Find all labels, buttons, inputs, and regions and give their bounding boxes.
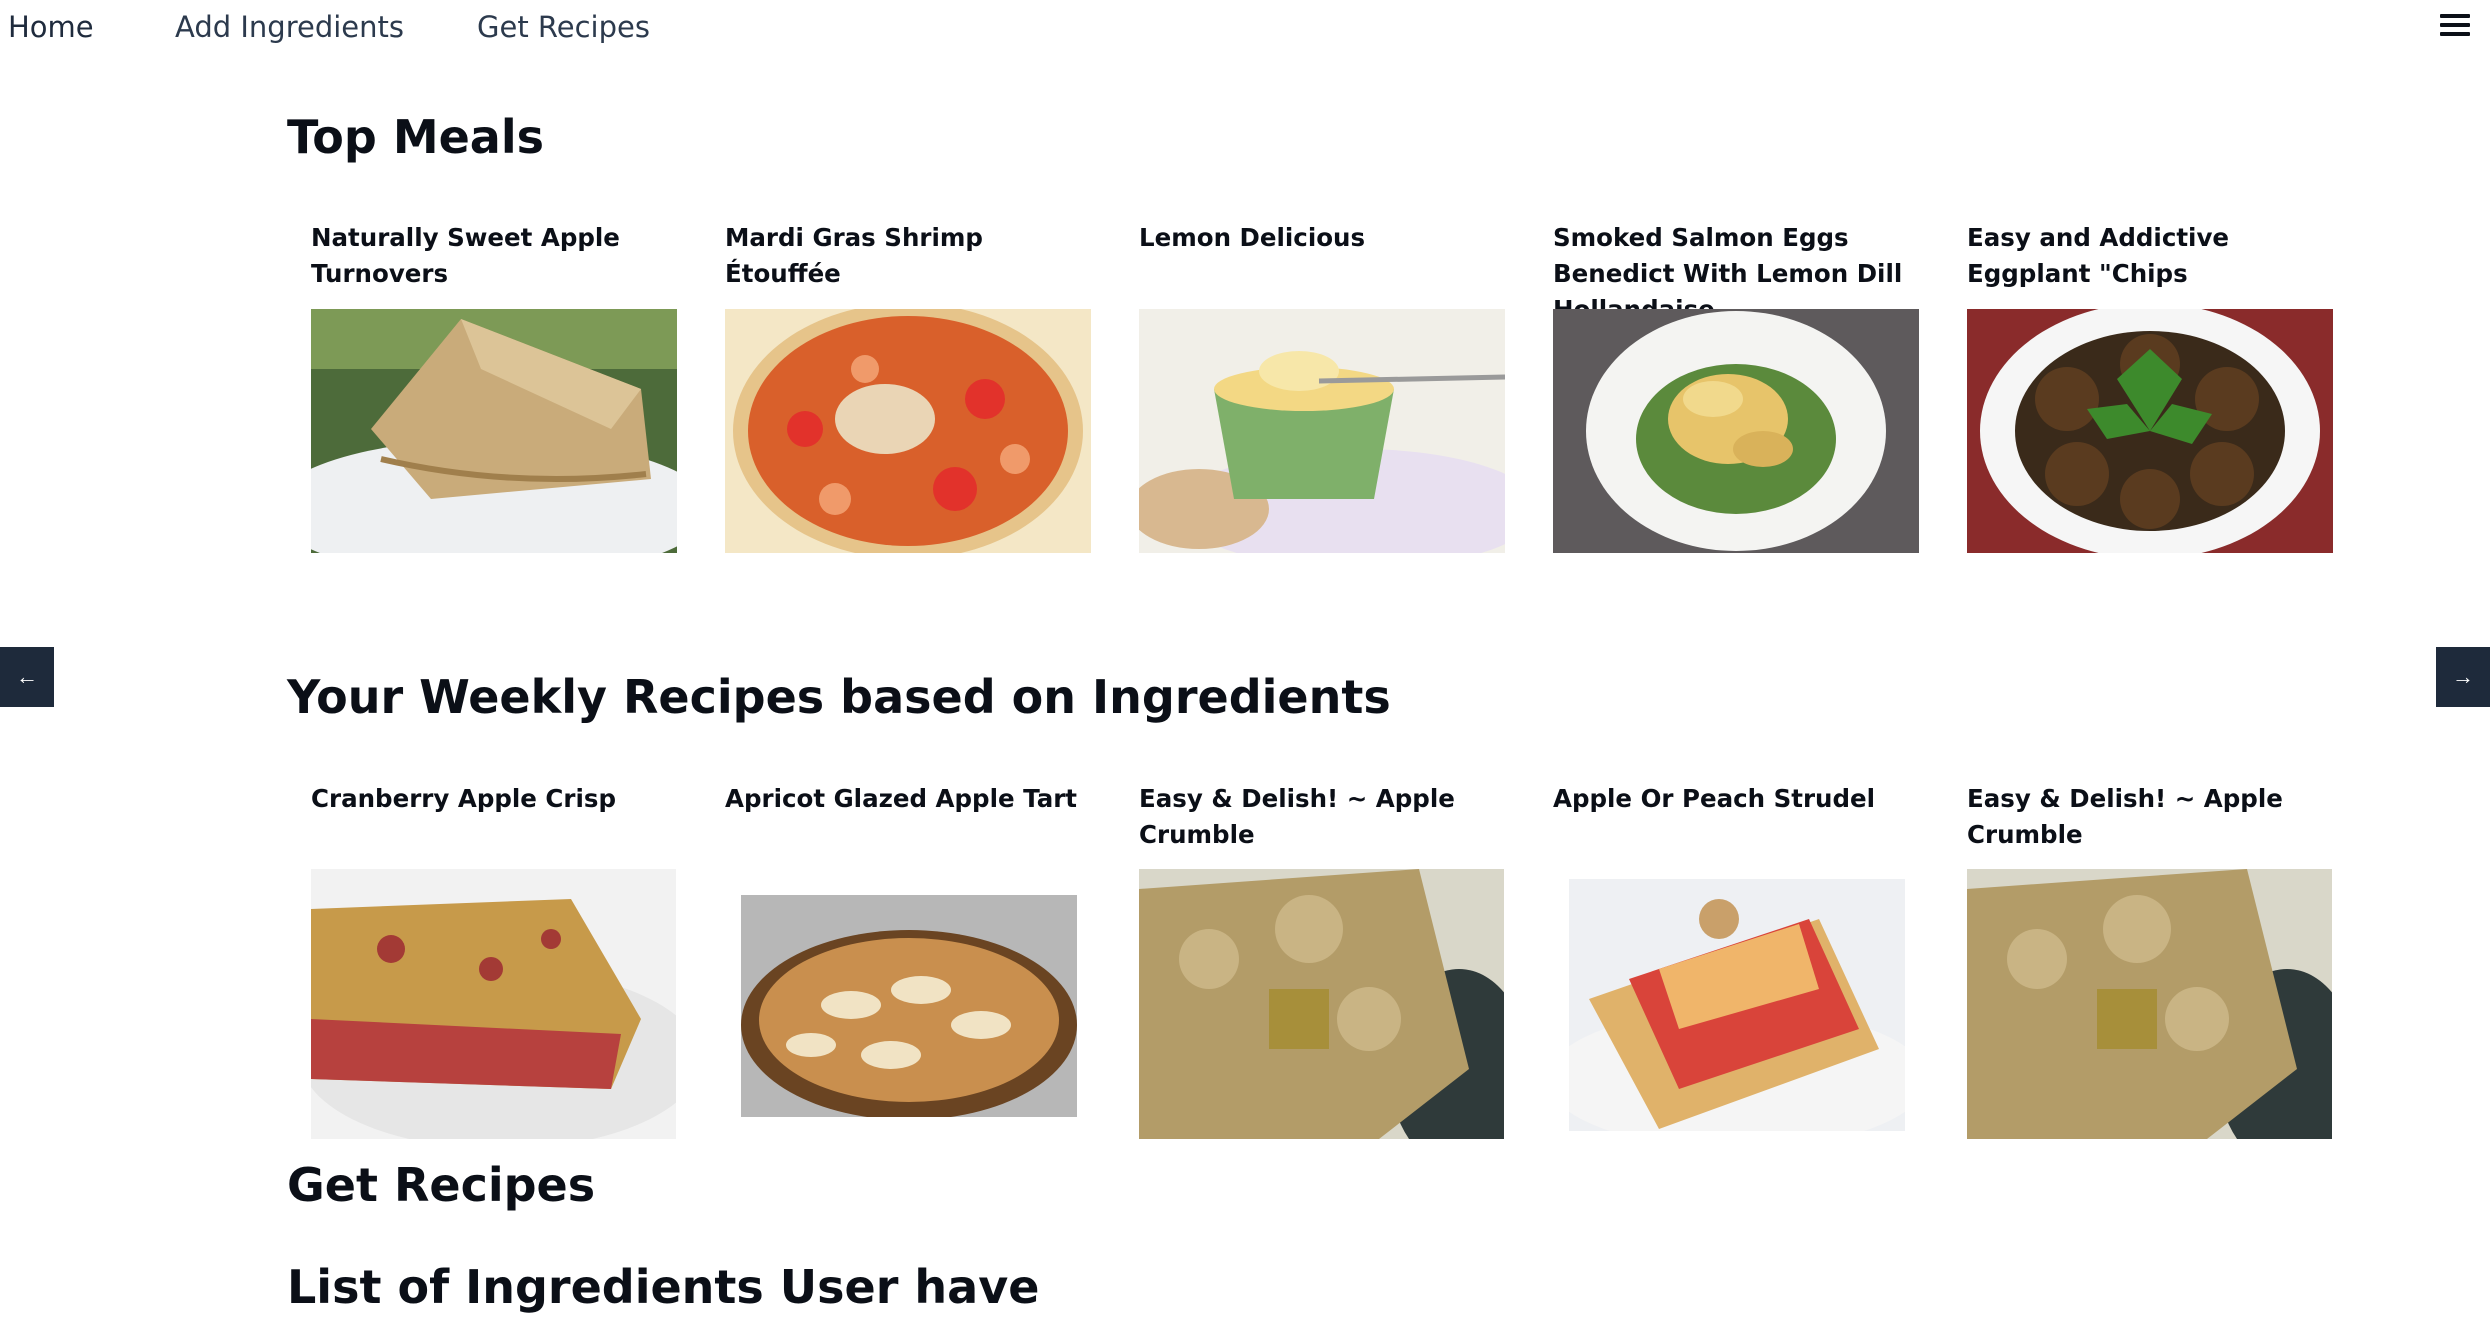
card-title: Lemon Delicious <box>1139 223 1366 252</box>
apple-turnovers-photo[interactable] <box>311 309 677 553</box>
card-title: Easy and Addictive Eggplant "Chips <box>1967 223 2230 288</box>
arrow-right-icon: → <box>2452 664 2474 689</box>
nav-add-ingredients[interactable]: Add Ingredients <box>175 10 404 44</box>
eggplant-chips-photo[interactable] <box>1967 309 2333 553</box>
card-title: Mardi Gras Shrimp Étouffée <box>725 223 983 288</box>
card-title: Apple Or Peach Strudel <box>1553 784 1876 813</box>
lemon-delicious-photo[interactable] <box>1139 309 1505 553</box>
hamburger-menu-icon[interactable] <box>2440 10 2470 40</box>
shrimp-etouffee-photo[interactable] <box>725 309 1091 553</box>
ingredients-list-heading: List of Ingredients User have <box>287 1260 1040 1314</box>
peach-strudel-photo[interactable] <box>1569 879 1905 1131</box>
card-title: Apricot Glazed Apple Tart <box>725 784 1078 813</box>
card-title: Naturally Sweet Apple Turnovers <box>311 223 620 288</box>
cranberry-apple-crisp-photo[interactable] <box>311 869 676 1139</box>
nav-get-recipes[interactable]: Get Recipes <box>477 10 650 44</box>
top-meals-heading: Top Meals <box>287 110 544 164</box>
carousel-prev-button[interactable]: ← <box>0 647 54 707</box>
eggs-benedict-photo[interactable] <box>1553 309 1919 553</box>
card-title: Easy & Delish! ~ Apple Crumble <box>1967 784 2283 849</box>
nav-home[interactable]: Home <box>8 10 94 44</box>
apple-tart-photo[interactable] <box>741 895 1077 1117</box>
top-navigation: Home Add Ingredients Get Recipes <box>0 0 2490 70</box>
card-title: Easy & Delish! ~ Apple Crumble <box>1139 784 1455 849</box>
carousel-next-button[interactable]: → <box>2436 647 2490 707</box>
apple-crumble-photo[interactable] <box>1139 869 1504 1139</box>
weekly-recipes-heading: Your Weekly Recipes based on Ingredients <box>287 670 1391 724</box>
apple-crumble-photo[interactable] <box>1967 869 2332 1139</box>
get-recipes-heading: Get Recipes <box>287 1158 596 1212</box>
card-title: Cranberry Apple Crisp <box>311 784 617 813</box>
arrow-left-icon: ← <box>16 664 38 689</box>
